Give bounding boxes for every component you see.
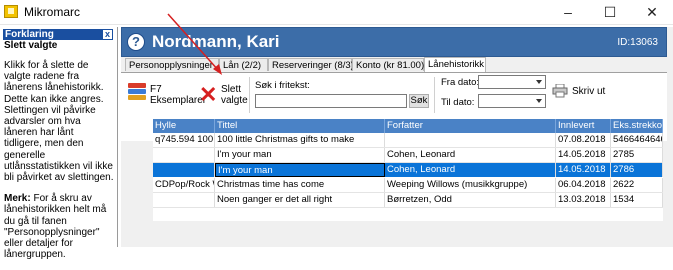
close-button[interactable]: ✕ (637, 2, 667, 22)
cell-hylle (153, 148, 215, 162)
f7-label: F7 (150, 84, 162, 95)
cell-forfatter: Børretzen, Odd (385, 193, 556, 207)
cell-strekkode: 1534 (611, 193, 663, 207)
delete-x-icon: ✕ (199, 82, 218, 107)
cell-strekkode: 546646464664664643 (611, 133, 663, 147)
cell-hylle: q745.594 100 (155, 133, 215, 147)
from-date-label: Fra dato: (441, 77, 480, 88)
delete-label-line1: Slett (221, 84, 242, 95)
table-row[interactable]: q745.594 100 100 little Christmas gifts … (153, 133, 663, 148)
cell-forfatter: Cohen, Leonard (385, 148, 556, 162)
patron-header: ? Nordmann, Kari ID:13063 (121, 27, 667, 57)
toolbar-divider (434, 77, 435, 113)
cell-innlevert: 06.04.2018 (556, 178, 611, 192)
help-panel-header-label: Forklaring (5, 29, 54, 40)
delete-label-line2: valgte (221, 95, 248, 106)
books-icon (128, 83, 146, 101)
patron-name: Nordmann, Kari (152, 32, 280, 51)
help-icon[interactable]: ? (127, 33, 145, 51)
cell-forfatter: Weeping Willows (musikkgruppe) (385, 178, 556, 192)
help-paragraph-note: Merk: For å skru av lånehistorikken helt… (4, 193, 114, 260)
minimize-button[interactable]: – (553, 2, 583, 22)
cell-hylle: CDPop/Rock W (155, 178, 215, 192)
maximize-button[interactable]: ☐ (595, 2, 625, 22)
search-input[interactable] (255, 94, 407, 108)
table-row-selected[interactable]: I'm your man Cohen, Leonard 14.05.2018 2… (153, 163, 663, 177)
help-panel-header: Forklaring x (3, 29, 113, 40)
search-button[interactable]: Søk (409, 94, 429, 108)
cell-hylle (153, 163, 215, 177)
cell-innlevert: 07.08.2018 (556, 133, 611, 147)
cell-tittel: 100 little Christmas gifts to make (215, 133, 385, 147)
toolbar-divider (249, 77, 250, 113)
search-label: Søk i fritekst: (255, 80, 310, 91)
cell-tittel: I'm your man (215, 148, 385, 162)
tab-konto[interactable]: Konto (kr 81.00) (352, 58, 424, 71)
to-date-picker[interactable] (478, 94, 546, 108)
cell-strekkode: 2786 (611, 163, 663, 177)
chevron-down-icon (536, 99, 542, 103)
table-row[interactable]: CDPop/Rock W Christmas time has come Wee… (153, 178, 663, 193)
column-header-strekkode[interactable]: Eks.strekkode (611, 119, 663, 133)
cell-innlevert: 14.05.2018 (556, 163, 611, 177)
patron-id: ID:13063 (617, 37, 658, 48)
print-button[interactable]: Skriv ut (552, 81, 612, 105)
table-row[interactable]: I'm your man Cohen, Leonard 14.05.2018 2… (153, 148, 663, 163)
cell-innlevert: 13.03.2018 (556, 193, 611, 207)
delete-selected-button[interactable]: ✕ Slett valgte (197, 77, 248, 117)
table-row[interactable]: Noen ganger er det all right Børretzen, … (153, 193, 663, 208)
help-title: Slett valgte (4, 40, 58, 51)
help-close-icon[interactable]: x (103, 30, 112, 39)
to-date-label: Til dato: (441, 97, 475, 108)
f7-eksemplarer-button[interactable]: F7 Eksemplarer (125, 77, 206, 117)
column-header-tittel[interactable]: Tittel (215, 119, 385, 133)
help-panel: Forklaring x Slett valgte Klikk for å sl… (0, 27, 118, 260)
cell-tittel: Noen ganger er det all right (215, 193, 385, 207)
window-titlebar: Mikromarc – ☐ ✕ (0, 0, 673, 25)
printer-icon (552, 84, 568, 98)
from-date-picker[interactable] (478, 75, 546, 89)
cell-tittel: Christmas time has come (215, 178, 385, 192)
cell-forfatter: Cohen, Leonard (385, 163, 556, 177)
column-header-hylle[interactable]: Hylle (153, 119, 215, 133)
tab-personopplysninger[interactable]: Personopplysninger (125, 58, 219, 71)
cell-tittel: I'm your man (215, 163, 385, 177)
history-grid: Hylle Tittel Forfatter Innlevert Eks.str… (153, 119, 663, 221)
grid-header-row: Hylle Tittel Forfatter Innlevert Eks.str… (153, 119, 663, 133)
tab-bar: Personopplysninger Lån (2/2) Reservering… (121, 57, 667, 73)
cell-strekkode: 2785 (611, 148, 663, 162)
print-label: Skriv ut (572, 86, 606, 97)
help-paragraph: Klikk for å slette de valgte radene fra … (4, 60, 114, 184)
cell-innlevert: 14.05.2018 (556, 148, 611, 162)
chevron-down-icon (536, 80, 542, 84)
tab-lanehistorikk[interactable]: Lånehistorikk (424, 57, 486, 72)
column-header-innlevert[interactable]: Innlevert (556, 119, 611, 133)
tab-reserveringer[interactable]: Reserveringer (8/3) (268, 58, 354, 71)
column-header-forfatter[interactable]: Forfatter (385, 119, 556, 133)
main-area: ? Nordmann, Kari ID:13063 Personopplysni… (121, 27, 673, 247)
help-note-bold: Merk: (4, 193, 31, 205)
tab-lan[interactable]: Lån (2/2) (219, 58, 268, 71)
window-title: Mikromarc (24, 5, 80, 19)
help-note-text: For å skru av lånehistorikken helt må du… (4, 193, 107, 261)
help-body: Klikk for å slette de valgte radene fra … (4, 60, 114, 270)
cell-forfatter (385, 133, 556, 147)
cell-hylle (153, 193, 215, 207)
cell-strekkode: 2622 (611, 178, 663, 192)
app-icon (4, 5, 18, 18)
